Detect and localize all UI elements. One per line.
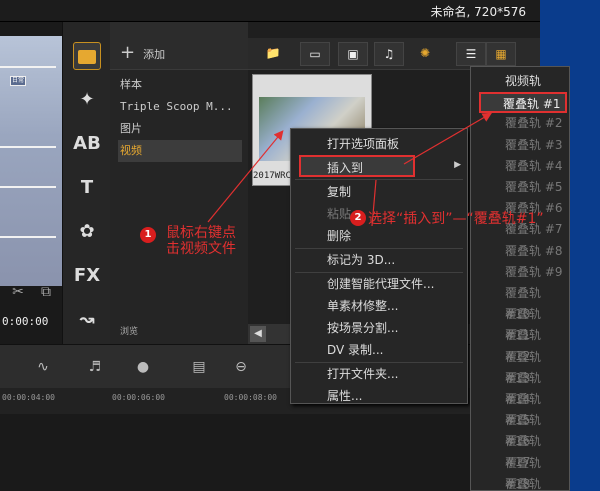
library-item-images[interactable]: 图片 (118, 118, 242, 140)
submenu-overlay-track[interactable]: 覆叠轨 #9 (481, 262, 569, 283)
submenu-overlay-track[interactable]: 覆叠轨 #15 (481, 389, 569, 427)
path-icon[interactable]: ↝ (73, 306, 101, 334)
options-gear-icon[interactable]: ✺ (410, 42, 440, 66)
insert-submenu: 视频轨 覆叠轨 #1 覆叠轨 #2 覆叠轨 #3 覆叠轨 #4 覆叠轨 #5 覆叠轨 #6 覆… (470, 66, 570, 491)
step1-note-line2: 击视频文件 (166, 241, 236, 257)
scroll-left-icon[interactable]: ◀ (250, 326, 266, 342)
submenu-overlay-track[interactable]: 覆叠轨 #8 (481, 241, 569, 262)
library-item-video[interactable]: 视频 (118, 140, 242, 162)
library-panel: + 添加 样本 Triple Scoop M... 图片 视频 浏览 (110, 22, 248, 344)
ruler-tick: 00:00:08:00 (224, 393, 277, 402)
menu-copy[interactable]: 复制 (291, 181, 467, 203)
menu-delete[interactable]: 删除 (291, 225, 467, 247)
submenu-overlay-track[interactable]: 覆叠轨 #5 (481, 177, 569, 198)
step1-badge: 1 (140, 227, 156, 243)
context-menu: 打开选项面板 插入到 ▶ 复制 粘贴 删除 标记为 3D... 创建智能代理文件… (290, 128, 468, 404)
preview-panel: 日常 ✂ ⧉ 0:00:00 (0, 22, 62, 344)
media-tool-icon[interactable] (73, 42, 101, 70)
submenu-overlay-track[interactable]: 覆叠轨 #17 (481, 431, 569, 469)
menu-mark-3d[interactable]: 标记为 3D... (291, 249, 467, 271)
copy-icon[interactable]: ⧉ (38, 284, 54, 300)
menu-create-proxy[interactable]: 创建智能代理文件... (291, 273, 467, 295)
title-t-icon[interactable]: T (73, 174, 101, 202)
add-button[interactable]: + 添加 (120, 42, 165, 63)
library-item-triple-scoop[interactable]: Triple Scoop M... (118, 96, 242, 118)
plus-icon: + (120, 42, 136, 63)
browse-button[interactable]: 浏览 (120, 324, 138, 337)
subtitle-icon[interactable]: ▤ (188, 359, 210, 377)
video-filter-icon[interactable]: ▭ (300, 42, 330, 66)
library-toolbar: + 添加 (110, 22, 248, 70)
timecode-display[interactable]: 0:00:00 (0, 312, 62, 332)
step2-note: 选择“插入到”—“覆叠轨#1” (368, 211, 544, 227)
preview-badge: 日常 (10, 76, 26, 86)
thumbnail-caption: 2017WRC (253, 171, 291, 181)
audio-wave-icon[interactable]: ∿ (32, 359, 54, 377)
submenu-overlay-track[interactable]: 覆叠轨 #10 (481, 283, 569, 321)
instant-project-icon[interactable]: ✦ (73, 86, 101, 114)
submenu-arrow-icon: ▶ (454, 160, 461, 170)
submenu-overlay-track[interactable]: 覆叠轨 #3 (481, 135, 569, 156)
step2-badge: 2 (350, 210, 366, 226)
library-item-samples[interactable]: 样本 (118, 74, 242, 96)
menu-open-options[interactable]: 打开选项面板 (291, 133, 467, 155)
grid-view-icon[interactable]: ▦ (486, 42, 516, 66)
timeline-tracks[interactable] (0, 414, 540, 491)
graphic-icon[interactable]: ✿ (73, 218, 101, 246)
menu-split-by-scene[interactable]: 按场景分割... (291, 317, 467, 339)
ruler-tick: 00:00:06:00 (112, 393, 165, 402)
project-info: 未命名, 720*576 (430, 5, 526, 19)
submenu-overlay-track[interactable]: 覆叠轨 #19 (481, 474, 569, 491)
cut-icon[interactable]: ✂ (10, 284, 26, 300)
auto-music-icon[interactable]: ♬ (84, 359, 106, 377)
editor-window: 未命名, 720*576 日常 ✂ ⧉ 0:00:00 ✦ AB T ✿ FX … (0, 0, 600, 491)
preview-screen: 日常 (0, 36, 62, 286)
menu-single-trim[interactable]: 单素材修整... (291, 295, 467, 317)
submenu-overlay-track[interactable]: 覆叠轨 #13 (481, 347, 569, 385)
fx-filter-icon[interactable]: FX (73, 262, 101, 290)
menu-insert-to-label: 插入到 (327, 161, 364, 175)
zoom-out-icon[interactable]: ⊖ (230, 359, 252, 377)
ruler-tick: 00:00:04:00 (2, 393, 55, 402)
submenu-overlay-track[interactable]: 覆叠轨 #11 (481, 304, 569, 342)
submenu-overlay-track[interactable]: 覆叠轨 #12 (481, 325, 569, 363)
transition-ab-icon[interactable]: AB (73, 130, 101, 158)
menu-insert-to[interactable]: 插入到 (299, 155, 415, 177)
tool-panel: ✦ AB T ✿ FX ↝ (62, 22, 110, 344)
audio-filter-icon[interactable]: ♫ (374, 42, 404, 66)
motion-track-icon[interactable]: ● (132, 359, 154, 377)
submenu-video-track[interactable]: 视频轨 (481, 71, 569, 92)
menu-properties[interactable]: 属性... (291, 385, 467, 407)
list-view-icon[interactable]: ☰ (456, 42, 486, 66)
menu-dv-record[interactable]: DV 录制... (291, 339, 467, 361)
menu-open-folder[interactable]: 打开文件夹... (291, 363, 467, 385)
submenu-overlay-track[interactable]: 覆叠轨 #16 (481, 410, 569, 448)
folder-icon[interactable]: 📁 (258, 42, 288, 66)
photo-filter-icon[interactable]: ▣ (338, 42, 368, 66)
title-bar: 未命名, 720*576 (0, 0, 540, 22)
submenu-overlay-track[interactable]: 覆叠轨 #18 (481, 453, 569, 491)
submenu-overlay-track[interactable]: 覆叠轨 #14 (481, 368, 569, 406)
submenu-overlay-track[interactable]: 覆叠轨 #1 (479, 92, 567, 114)
add-label: 添加 (143, 48, 166, 61)
submenu-overlay-track[interactable]: 覆叠轨 #4 (481, 156, 569, 177)
browse-label: 浏览 (120, 327, 139, 337)
submenu-overlay-track[interactable]: 覆叠轨 #2 (481, 113, 569, 134)
